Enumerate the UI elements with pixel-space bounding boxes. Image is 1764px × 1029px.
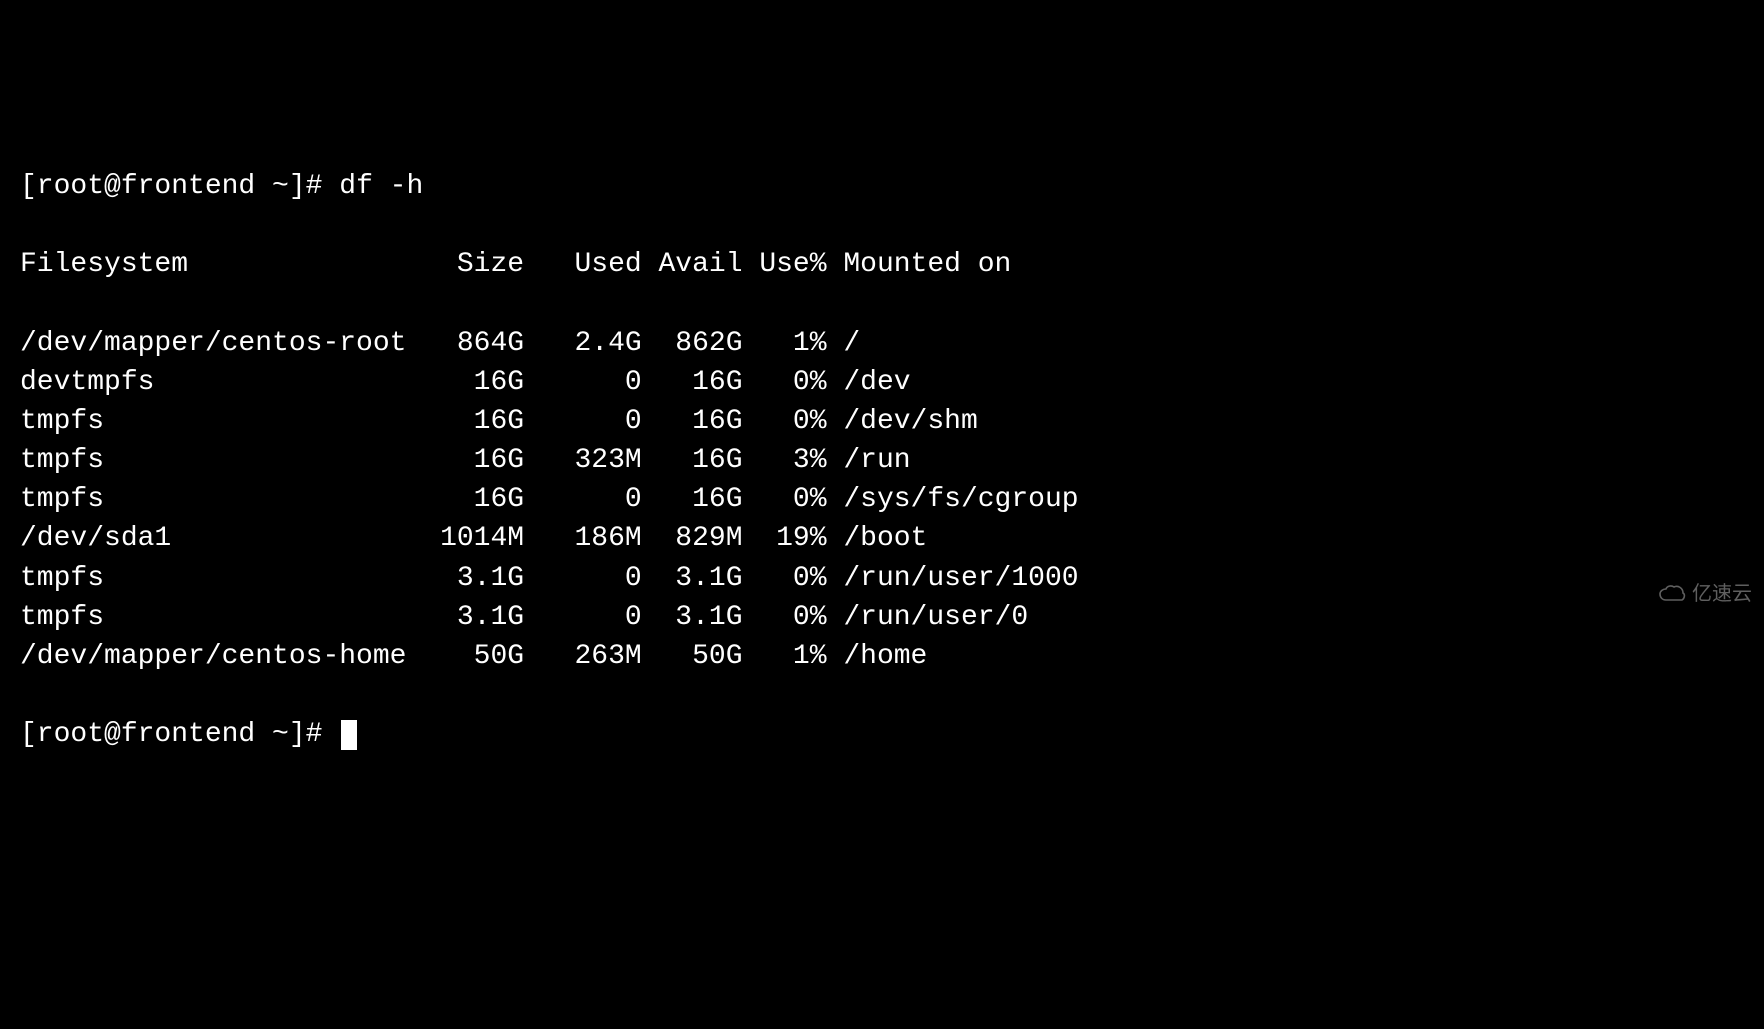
- command-text: df -h: [339, 171, 423, 202]
- table-row: /dev/mapper/centos-root 864G 2.4G 862G 1…: [20, 324, 1744, 363]
- table-row: tmpfs 3.1G 0 3.1G 0% /run/user/1000: [20, 559, 1744, 598]
- watermark-text: 亿速云: [1692, 580, 1752, 608]
- table-row: devtmpfs 16G 0 16G 0% /dev: [20, 363, 1744, 402]
- table-row: tmpfs 16G 323M 16G 3% /run: [20, 441, 1744, 480]
- table-row: tmpfs 3.1G 0 3.1G 0% /run/user/0: [20, 598, 1744, 637]
- table-row: /dev/sda1 1014M 186M 829M 19% /boot: [20, 519, 1744, 558]
- df-header: Filesystem Size Used Avail Use% Mounted …: [20, 245, 1744, 284]
- prompt-prefix-2: [root@frontend ~]#: [20, 719, 339, 750]
- command-line: [root@frontend ~]# df -h: [20, 167, 1744, 206]
- df-output-rows: /dev/mapper/centos-root 864G 2.4G 862G 1…: [20, 324, 1744, 677]
- cloud-icon: [1658, 584, 1686, 604]
- prompt-prefix: [root@frontend ~]#: [20, 171, 339, 202]
- cursor: [341, 720, 357, 750]
- table-row: tmpfs 16G 0 16G 0% /dev/shm: [20, 402, 1744, 441]
- table-row: /dev/mapper/centos-home 50G 263M 50G 1% …: [20, 637, 1744, 676]
- table-row: tmpfs 16G 0 16G 0% /sys/fs/cgroup: [20, 480, 1744, 519]
- prompt-idle[interactable]: [root@frontend ~]#: [20, 715, 1744, 754]
- watermark: 亿速云: [1658, 580, 1752, 608]
